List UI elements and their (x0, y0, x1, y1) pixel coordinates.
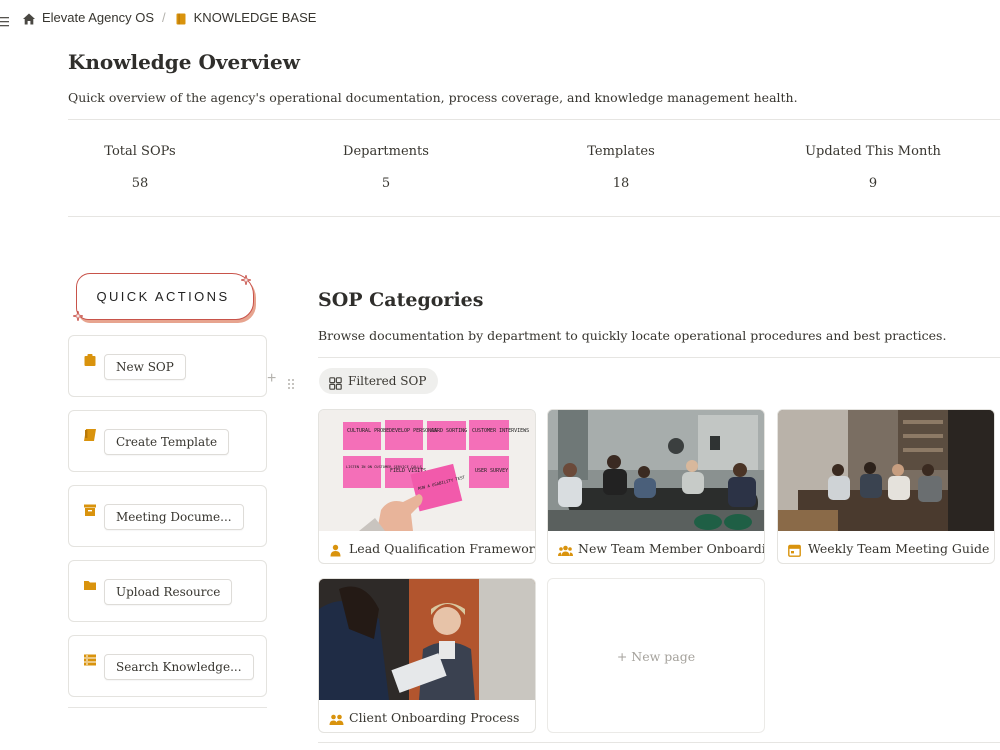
filtered-sop-view-tab[interactable]: Filtered SOP (319, 368, 439, 394)
sop-card-new-team-member-onboarding[interactable]: New Team Member Onboarding (547, 409, 765, 564)
top-bar: Elevate Agency OS / KNOWLEDGE BASE (0, 0, 1000, 36)
page-description: Quick overview of the agency's operation… (68, 90, 798, 105)
sticky-note-text: CARD SORTING (431, 428, 467, 434)
stat-total-sops: Total SOPs 58 (80, 144, 200, 191)
people-group-icon (558, 542, 573, 556)
stat-templates: Templates 18 (561, 144, 681, 191)
stat-departments: Departments 5 (326, 144, 446, 191)
page-title: Knowledge Overview (68, 50, 300, 74)
clipboard-icon (83, 352, 97, 366)
card-caption: Lead Qualification Framework (329, 541, 536, 557)
create-template-button[interactable]: Create Template (104, 429, 230, 455)
card-title: Lead Qualification Framework (349, 541, 536, 556)
sticky-note-text: DEVELOP PERSONAS (389, 428, 437, 434)
stat-value: 5 (381, 176, 391, 191)
divider (318, 742, 1000, 743)
sop-categories-title: SOP Categories (318, 289, 484, 311)
gallery-view-icon (329, 375, 342, 390)
sop-card-lead-qualification[interactable]: CULTURAL PROBE DEVELOP PERSONAS CARD SOR… (318, 409, 536, 564)
breadcrumb: Elevate Agency OS / KNOWLEDGE BASE (22, 10, 316, 25)
breadcrumb-workspace[interactable]: Elevate Agency OS (42, 10, 154, 25)
archive-icon (83, 502, 97, 516)
sparkle-icon (72, 306, 84, 322)
divider (68, 707, 267, 708)
book-icon (174, 11, 188, 25)
divider (68, 119, 1000, 120)
scroll-icon (83, 427, 97, 441)
sparkle-icon (240, 270, 252, 286)
client-handshake-photo (319, 579, 535, 700)
quick-action-new-sop[interactable]: New SOP (68, 335, 267, 397)
divider (318, 357, 1000, 358)
stat-value: 9 (868, 176, 878, 191)
card-caption: New Team Member Onboarding (558, 541, 765, 556)
sop-card-weekly-team-meeting[interactable]: Weekly Team Meeting Guide (777, 409, 995, 564)
stat-label: Updated This Month (805, 144, 941, 159)
card-title: Client Onboarding Process (349, 710, 520, 725)
filtered-sop-label: Filtered SOP (348, 374, 427, 388)
list-icon (83, 652, 97, 666)
card-caption: Client Onboarding Process (329, 710, 519, 725)
sop-card-client-onboarding[interactable]: Client Onboarding Process (318, 578, 536, 733)
stat-updated-this-month: Updated This Month 9 (800, 144, 946, 191)
quick-action-meeting-document[interactable]: Meeting Docume... (68, 485, 267, 547)
new-page-label: + New page (616, 649, 696, 664)
meeting-document-button[interactable]: Meeting Docume... (104, 504, 244, 530)
quick-action-upload-resource[interactable]: Upload Resource (68, 560, 267, 622)
stat-label: Departments (343, 144, 429, 159)
sticky-note-text: CULTURAL PROBE (347, 428, 389, 434)
home-icon (22, 11, 36, 25)
search-knowledge-button[interactable]: Search Knowledge... (104, 654, 254, 680)
card-title: Weekly Team Meeting Guide (808, 541, 990, 556)
cafe-meeting-photo (778, 410, 994, 531)
card-title: New Team Member Onboarding (578, 541, 765, 556)
upload-resource-button[interactable]: Upload Resource (104, 579, 233, 605)
quick-action-create-template[interactable]: Create Template (68, 410, 267, 472)
stat-value: 18 (612, 176, 630, 191)
two-people-icon (329, 711, 344, 725)
team-meeting-photo (548, 410, 764, 531)
card-caption: Weekly Team Meeting Guide (788, 541, 990, 557)
stat-label: Templates (587, 144, 655, 159)
stat-label: Total SOPs (104, 144, 176, 159)
add-block-icon[interactable]: + (267, 370, 276, 388)
quick-actions-title: QUICK ACTIONS (96, 289, 230, 304)
breadcrumb-page[interactable]: KNOWLEDGE BASE (194, 10, 317, 25)
breadcrumb-separator: / (162, 10, 166, 25)
quick-action-search-knowledge[interactable]: Search Knowledge... (68, 635, 267, 697)
person-icon (329, 542, 342, 557)
calendar-icon (788, 542, 801, 557)
sticky-note-text: CUSTOMER INTERVIEWS (472, 428, 529, 434)
sticky-note-text: USER SURVEY (475, 468, 508, 474)
sticky-notes-image: CULTURAL PROBE DEVELOP PERSONAS CARD SOR… (319, 410, 535, 531)
sidebar-menu-icon[interactable] (0, 12, 9, 27)
stat-value: 58 (131, 176, 149, 191)
divider (68, 216, 1000, 217)
new-page-card[interactable]: + New page (547, 578, 765, 733)
new-sop-button[interactable]: New SOP (104, 354, 186, 380)
sop-categories-description: Browse documentation by department to qu… (318, 328, 947, 343)
drag-handle-icon[interactable] (287, 375, 295, 389)
folder-icon (83, 577, 97, 591)
